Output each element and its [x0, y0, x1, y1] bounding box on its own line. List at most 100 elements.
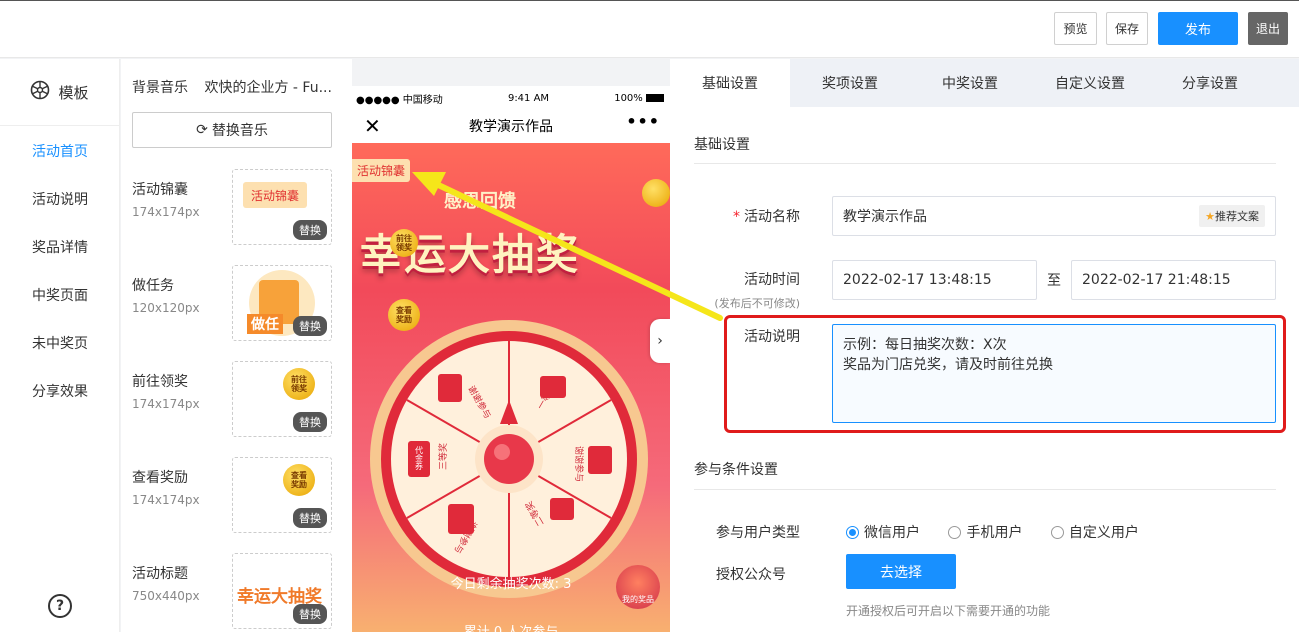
- nav-item-lose-page[interactable]: 未中奖页: [0, 333, 120, 353]
- resource-panel: 背景音乐 欢快的企业方 - Fu... ⟳ 替换音乐 活动锦囊 174x174p…: [121, 59, 352, 632]
- tab-prizes[interactable]: 奖项设置: [790, 59, 910, 107]
- more-icon[interactable]: •••: [626, 112, 660, 131]
- exit-button[interactable]: 退出: [1248, 12, 1288, 45]
- wheel-segment-label: 谢谢参与: [573, 446, 585, 482]
- claim-coin-icon: 前往 领奖: [283, 368, 315, 400]
- recommend-copy-button[interactable]: ★推荐文案: [1199, 205, 1265, 227]
- resource-name: 前往领奖: [132, 374, 188, 390]
- radio-wechat-user[interactable]: 微信用户: [846, 522, 920, 542]
- gold-coin-decoration: [642, 179, 670, 207]
- activity-name-input[interactable]: 教学演示作品 ★推荐文案: [832, 196, 1276, 236]
- resource-item: 做任务 120x120px 做任 替换: [132, 265, 342, 341]
- preview-button[interactable]: 预览: [1054, 12, 1097, 45]
- choose-account-button[interactable]: 去选择: [846, 554, 956, 589]
- start-time-input[interactable]: 2022-02-17 13:48:15: [832, 260, 1037, 300]
- section-title-basic: 基础设置: [694, 137, 750, 153]
- resource-size: 174x174px: [132, 493, 200, 507]
- editor-window: 预览 保存 发布 退出 模板 活动首页 活动说明 奖品详情 中奖页面 未中奖页 …: [0, 0, 1299, 632]
- radio-unchecked-icon: [1050, 525, 1064, 539]
- resource-size: 750x440px: [132, 589, 200, 603]
- chevron-right-icon[interactable]: ›: [650, 319, 670, 363]
- swap-button[interactable]: 替换: [293, 508, 327, 528]
- time-note: (发布后不可修改): [714, 297, 800, 310]
- tips-tag[interactable]: 活动锦囊: [352, 159, 411, 182]
- help-icon[interactable]: ?: [48, 594, 72, 618]
- time-label: 活动时间: [744, 272, 800, 288]
- tab-winning[interactable]: 中奖设置: [910, 59, 1030, 107]
- save-button[interactable]: 保存: [1106, 12, 1148, 45]
- resource-item: 前往领奖 174x174px 前往 领奖 替换: [132, 361, 342, 437]
- nav-item-prize-details[interactable]: 奖品详情: [0, 237, 120, 257]
- activity-name-value: 教学演示作品: [843, 209, 927, 225]
- nav-item-win-page[interactable]: 中奖页面: [0, 285, 120, 305]
- thumb-label: 活动锦囊: [243, 182, 307, 208]
- resource-name: 做任务: [132, 278, 174, 294]
- swap-button[interactable]: 替换: [293, 220, 327, 240]
- replace-music-label: 替换音乐: [211, 123, 268, 139]
- star-icon: ★: [1205, 210, 1215, 223]
- prize-wheel[interactable]: 谢谢参与 一等奖 谢谢参与 二等奖 谢谢参与 三等奖 代金券: [368, 318, 650, 600]
- resource-item: 活动锦囊 174x174px 活动锦囊 替换: [132, 169, 342, 245]
- swap-button[interactable]: 替换: [293, 316, 327, 336]
- resource-name: 活动锦囊: [132, 182, 188, 198]
- settings-tabs: 基础设置 奖项设置 中奖设置 自定义设置 分享设置: [670, 59, 1299, 107]
- tab-basic[interactable]: 基础设置: [670, 59, 790, 107]
- divider: [694, 163, 1276, 164]
- radio-unchecked-icon: [948, 525, 962, 539]
- resource-item: 活动标题 750x440px 幸运大抽奖 替换: [132, 553, 342, 629]
- tab-custom[interactable]: 自定义设置: [1030, 59, 1150, 107]
- close-icon[interactable]: ✕: [364, 114, 381, 138]
- status-bar: ●●●●● 中国移动 9:41 AM 100%: [352, 86, 670, 110]
- template-label: 模板: [58, 83, 89, 102]
- resource-thumbnail[interactable]: 活动锦囊 替换: [232, 169, 332, 245]
- swap-button[interactable]: 替换: [293, 604, 327, 624]
- divider: [694, 489, 1276, 490]
- nav-item-description[interactable]: 活动说明: [0, 189, 120, 209]
- resource-thumbnail[interactable]: 查看 奖励 替换: [232, 457, 332, 533]
- nav-item-share[interactable]: 分享效果: [0, 381, 120, 401]
- resource-size: 120x120px: [132, 301, 200, 315]
- radio-checked-icon: [846, 525, 859, 539]
- radio-phone-user[interactable]: 手机用户: [948, 522, 1022, 542]
- my-prize-button[interactable]: 我的奖品: [616, 565, 660, 609]
- reward-coin-icon: 查看 奖励: [283, 464, 315, 496]
- resource-thumbnail[interactable]: 做任 替换: [232, 265, 332, 341]
- phone-preview: ●●●●● 中国移动 9:41 AM 100% ✕ 教学演示作品 ••• 活动锦…: [352, 86, 670, 632]
- page-nav: 模板 活动首页 活动说明 奖品详情 中奖页面 未中奖页 分享效果 ?: [0, 59, 120, 632]
- template-icon: [30, 80, 50, 104]
- music-label: 背景音乐: [132, 80, 188, 96]
- tab-share[interactable]: 分享设置: [1150, 59, 1270, 107]
- settings-panel: 基础设置 奖项设置 中奖设置 自定义设置 分享设置 基础设置 * 活动名称 教学演…: [670, 59, 1299, 632]
- user-type-radio-group: 微信用户 手机用户 自定义用户: [846, 522, 1163, 543]
- highlight-box: [724, 315, 1286, 433]
- clock-label: 9:41 AM: [507, 92, 550, 104]
- nav-item-home[interactable]: 活动首页: [0, 141, 120, 161]
- wheel-segment-label: 三等奖: [437, 443, 449, 470]
- poster-subtitle: 感恩回馈: [444, 191, 516, 212]
- participant-count: 累计 0 人次参与: [352, 621, 670, 632]
- claim-coin-icon[interactable]: 前往 领奖: [390, 229, 418, 257]
- replace-music-button[interactable]: ⟳ 替换音乐: [132, 112, 332, 148]
- template-header[interactable]: 模板: [0, 59, 119, 126]
- resource-size: 174x174px: [132, 205, 200, 219]
- publish-button[interactable]: 发布: [1158, 12, 1238, 45]
- resource-name: 活动标题: [132, 566, 188, 582]
- carrier-label: ●●●●● 中国移动: [356, 94, 443, 106]
- resource-name: 查看奖励: [132, 470, 188, 486]
- time-separator: 至: [1047, 273, 1061, 289]
- thumb-label: 做任: [247, 314, 283, 334]
- phone-titlebar: ✕ 教学演示作品 •••: [352, 110, 670, 142]
- refresh-icon: ⟳: [196, 122, 208, 138]
- music-row: 背景音乐 欢快的企业方 - Fu...: [132, 77, 342, 97]
- radio-custom-user[interactable]: 自定义用户: [1050, 522, 1139, 542]
- voucher-label: 代金券: [415, 445, 424, 471]
- swap-button[interactable]: 替换: [293, 412, 327, 432]
- resource-thumbnail[interactable]: 前往 领奖 替换: [232, 361, 332, 437]
- resource-thumbnail[interactable]: 幸运大抽奖 替换: [232, 553, 332, 629]
- phone-page-title: 教学演示作品: [469, 119, 553, 135]
- music-name: 欢快的企业方 - Fu...: [204, 80, 332, 96]
- top-toolbar: 预览 保存 发布 退出: [0, 0, 1299, 58]
- battery-label: 100%: [614, 93, 664, 104]
- resource-item: 查看奖励 174x174px 查看 奖励 替换: [132, 457, 342, 533]
- end-time-input[interactable]: 2022-02-17 21:48:15: [1071, 260, 1276, 300]
